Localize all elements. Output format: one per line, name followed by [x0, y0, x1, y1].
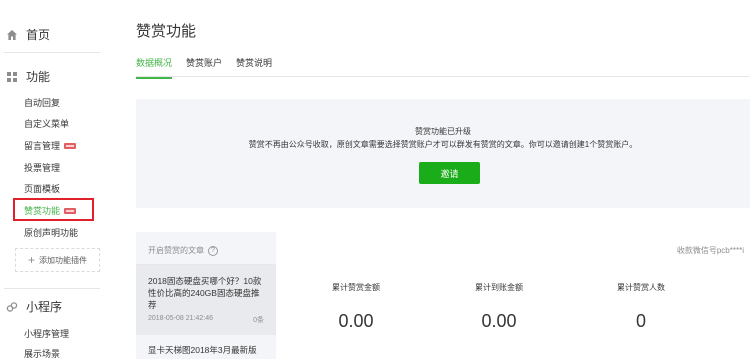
nav-section-miniprogram[interactable]: 小程序 [6, 298, 62, 315]
highlight-annotation [13, 198, 94, 221]
nav-home-label: 首页 [26, 28, 51, 42]
sidebar-item-page-templates[interactable]: 页面模板 [24, 182, 60, 195]
article-list: 开启赞赏的文章 ? 2018固态硬盘买哪个好？10款性价比高的240GB固态硬盘… [136, 232, 276, 359]
sidebar-item-label: 原创声明功能 [24, 228, 79, 238]
sidebar-item-comments[interactable]: 留言管理 [24, 139, 77, 152]
sidebar-item-votes[interactable]: 投票管理 [24, 161, 60, 174]
help-icon[interactable]: ? [208, 245, 218, 256]
sidebar-item-label: 留言管理 [24, 141, 61, 151]
stat-total-reward: 累计赞赏金额 0.00 [286, 282, 426, 332]
stat-value: 0.00 [481, 311, 517, 331]
sidebar: 首页 功能 自动回复 自定义菜单 留言管理 投票管理 页面模板 赞赏功能 原创声… [0, 0, 110, 359]
stat-label: 累计到账金额 [475, 283, 523, 292]
sidebar-item-custom-menu[interactable]: 自定义菜单 [24, 117, 69, 130]
receiver-account-text: 收款微信号pcb****i [676, 246, 744, 255]
nav-section-function-label: 功能 [26, 70, 51, 84]
nav-home[interactable]: 首页 [6, 26, 50, 43]
sidebar-item-auto-reply[interactable]: 自动回复 [24, 96, 60, 109]
sidebar-item-miniprogram-manage[interactable]: 小程序管理 [24, 327, 69, 340]
sidebar-item-label: 投票管理 [24, 163, 61, 173]
list-item[interactable]: 显卡天梯图2018年3月最新版 [136, 344, 276, 356]
article-title: 2018固态硬盘买哪个好？10款性价比高的240GB固态硬盘推荐 [148, 276, 262, 310]
article-title: 显卡天梯图2018年3月最新版 [148, 345, 257, 355]
stat-label: 累计赞赏人数 [617, 283, 665, 292]
divider [4, 52, 100, 53]
grid-icon [6, 71, 18, 83]
sidebar-item-label: 页面模板 [24, 184, 61, 194]
article-count: 0条 [253, 317, 264, 324]
add-plugin-button[interactable]: + 添加功能插件 [15, 248, 100, 272]
stat-total-people: 累计赞赏人数 0 [571, 282, 711, 332]
receiver-account: 收款微信号pcb****i [677, 245, 744, 256]
nav-section-function[interactable]: 功能 [6, 68, 50, 85]
stat-label: 累计赞赏金额 [332, 283, 380, 292]
tabs-divider [136, 76, 750, 77]
sidebar-item-label: 自动回复 [24, 98, 61, 108]
miniprogram-icon [6, 301, 18, 313]
plus-icon: + [27, 253, 35, 267]
sidebar-item-display-scenes[interactable]: 展示场景 [24, 347, 60, 359]
divider [4, 288, 100, 289]
stat-value: 0.00 [338, 311, 374, 331]
sidebar-item-original-declaration[interactable]: 原创声明功能 [24, 226, 78, 239]
new-badge [64, 142, 77, 149]
sidebar-item-label: 自定义菜单 [24, 119, 70, 129]
invite-button[interactable]: 邀请 [419, 162, 480, 184]
upgrade-title: 赞赏功能已升级 [415, 127, 471, 136]
upgrade-notice: 赞赏功能已升级 赞赏不再由公众号收取，原创文章需要选择赞赏账户才可以群发有赞赏的… [136, 99, 750, 208]
page-title: 赞赏功能 [136, 23, 197, 40]
reward-stats: 收款微信号pcb****i 累计赞赏金额 0.00 累计到账金额 0.00 累计… [276, 232, 750, 359]
stat-total-received: 累计到账金额 0.00 [429, 282, 569, 332]
sidebar-item-label: 展示场景 [24, 349, 61, 359]
stat-value: 0 [635, 311, 646, 331]
data-overview: 开启赞赏的文章 ? 2018固态硬盘买哪个好？10款性价比高的240GB固态硬盘… [136, 232, 750, 359]
article-list-title: 开启赞赏的文章 [148, 246, 204, 255]
sidebar-item-label: 小程序管理 [24, 329, 70, 339]
nav-section-miniprogram-label: 小程序 [26, 300, 63, 314]
article-list-header: 开启赞赏的文章 ? [148, 245, 218, 256]
add-plugin-label: 添加功能插件 [39, 255, 87, 265]
list-item[interactable]: 2018固态硬盘买哪个好？10款性价比高的240GB固态硬盘推荐 2018-05… [136, 265, 276, 335]
home-icon [6, 29, 18, 41]
article-meta: 2018-05-08 21:42:46 0条 [148, 315, 264, 325]
upgrade-description: 赞赏不再由公众号收取，原创文章需要选择赞赏账户才可以群发有赞赏的文章。你可以邀请… [248, 140, 638, 149]
article-date: 2018-05-08 21:42:46 [148, 315, 213, 322]
